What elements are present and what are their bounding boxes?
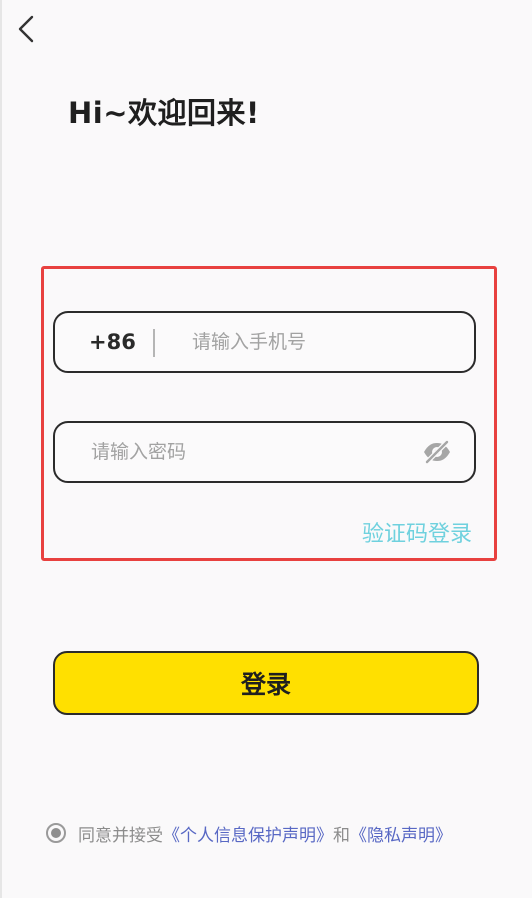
personal-info-statement-link[interactable]: 《个人信息保护声明》	[163, 821, 333, 846]
password-field	[53, 421, 476, 483]
agreement-row: 同意并接受 《个人信息保护声明》 和 《隐私声明》	[46, 820, 452, 846]
agreement-prefix: 同意并接受	[78, 825, 163, 846]
agreement-and: 和	[333, 825, 350, 846]
chevron-left-icon	[18, 15, 34, 43]
phone-field: +86	[53, 311, 476, 373]
sms-code-login-link[interactable]: 验证码登录	[362, 516, 472, 548]
password-input[interactable]	[91, 423, 411, 481]
phone-input[interactable]	[192, 313, 462, 371]
radio-checked-dot	[51, 828, 61, 838]
back-button[interactable]	[10, 12, 44, 46]
privacy-statement-link[interactable]: 《隐私声明》	[350, 821, 452, 846]
eye-off-icon	[424, 439, 450, 465]
login-button[interactable]: 登录	[53, 651, 479, 715]
left-edge-shadow	[0, 0, 2, 898]
page-title: Hi~欢迎回来!	[68, 96, 260, 130]
agreement-radio[interactable]	[46, 823, 66, 843]
password-visibility-toggle[interactable]	[422, 439, 452, 465]
field-divider	[153, 329, 155, 357]
country-code-selector[interactable]: +86	[89, 313, 136, 371]
